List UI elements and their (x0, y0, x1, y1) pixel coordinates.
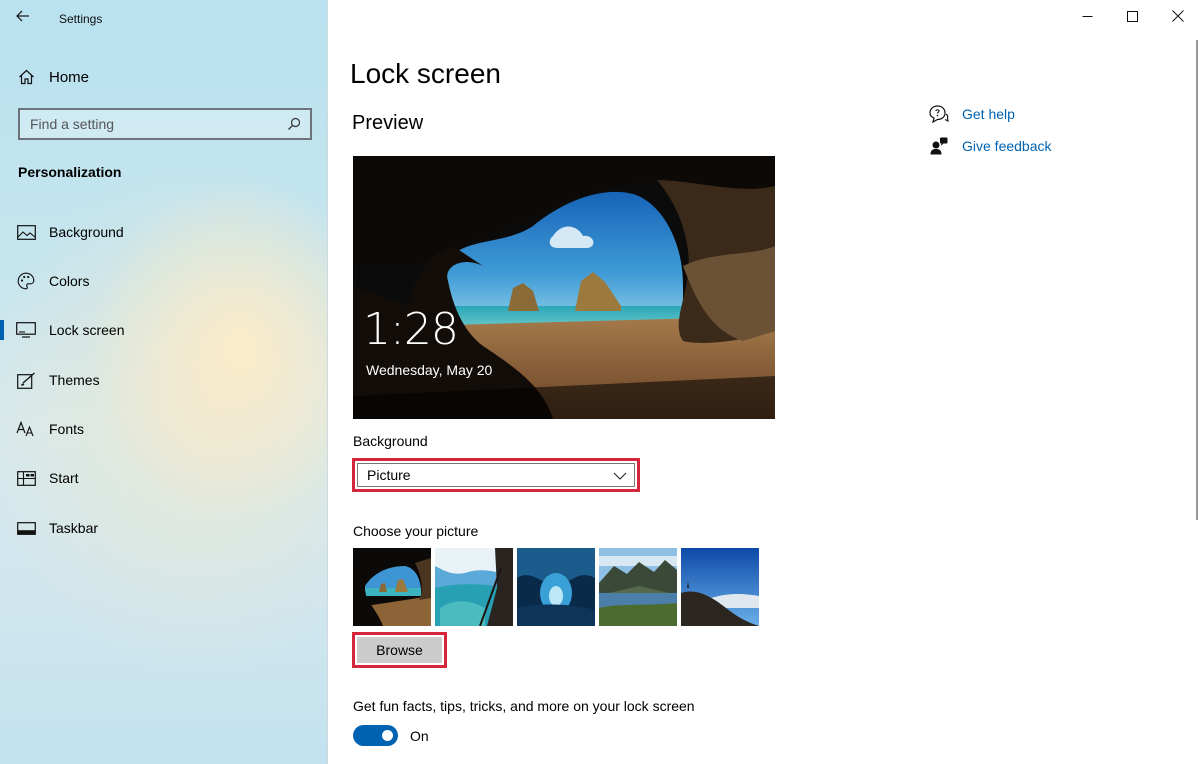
preview-picture (353, 156, 775, 419)
brush-icon (16, 370, 36, 390)
palette-icon (16, 271, 36, 291)
browse-button[interactable]: Browse (357, 637, 442, 663)
sidebar-item-label: Fonts (49, 421, 85, 437)
preview-time: 1:28 (363, 304, 459, 355)
toggle-knob (382, 730, 393, 741)
start-grid-icon (16, 468, 36, 488)
main-content: Lock screen Preview 1:28 Wednesday, May … (329, 0, 1200, 764)
sidebar-item-label: Taskbar (49, 520, 99, 536)
sidebar-item-taskbar[interactable]: Taskbar (0, 508, 328, 548)
picture-icon (16, 222, 36, 242)
give-feedback-link[interactable]: Give feedback (929, 136, 1052, 156)
sidebar-item-start[interactable]: Start (0, 458, 328, 498)
minimize-button[interactable] (1065, 0, 1110, 32)
scrollbar[interactable] (1196, 40, 1198, 520)
tips-toggle-state: On (410, 728, 429, 744)
thumbnail-cave-beach[interactable] (353, 548, 431, 626)
get-help-link[interactable]: Get help (929, 104, 1015, 124)
thumbnail-coastal-hill[interactable] (681, 548, 759, 626)
sidebar-item-label: Start (49, 470, 79, 486)
window-title: Settings (59, 12, 103, 26)
choose-picture-label: Choose your picture (353, 523, 479, 539)
give-feedback-label[interactable]: Give feedback (962, 138, 1052, 154)
sidebar-item-label: Background (49, 224, 124, 240)
preview-heading: Preview (352, 112, 424, 134)
taskbar-icon (16, 518, 36, 538)
font-icon (16, 419, 36, 439)
tips-label: Get fun facts, tips, tricks, and more on… (353, 698, 695, 714)
sidebar-item-label: Themes (49, 372, 100, 388)
background-dropdown[interactable]: Picture (357, 463, 635, 487)
tips-toggle[interactable] (353, 725, 398, 746)
search-icon[interactable] (282, 112, 306, 136)
sidebar-item-lock-screen[interactable]: Lock screen (0, 310, 328, 350)
chevron-down-icon (613, 472, 627, 480)
sidebar-item-fonts[interactable]: Fonts (0, 409, 328, 449)
background-dropdown-value: Picture (367, 467, 411, 483)
sidebar: Settings Home Personalization Background… (0, 0, 328, 764)
home-icon (17, 68, 35, 86)
sidebar-item-background[interactable]: Background (0, 212, 328, 252)
thumbnail-cliff-ocean[interactable] (435, 548, 513, 626)
browse-button-highlight: Browse (352, 632, 447, 668)
sidebar-item-label: Colors (49, 273, 90, 289)
background-label: Background (353, 433, 428, 449)
background-dropdown-highlight: Picture (352, 458, 640, 492)
chat-help-icon (929, 104, 949, 124)
sidebar-item-label: Lock screen (49, 322, 125, 338)
search-box[interactable] (18, 108, 312, 140)
thumbnail-mountain-lake[interactable] (599, 548, 677, 626)
thumbnail-ice-cave[interactable] (517, 548, 595, 626)
feedback-person-icon (929, 136, 949, 156)
back-arrow-icon[interactable] (8, 4, 38, 28)
get-help-label[interactable]: Get help (962, 106, 1015, 122)
home-label: Home (49, 68, 90, 86)
minimize-icon (1082, 15, 1093, 17)
search-input[interactable] (30, 116, 282, 132)
picture-thumbnails (353, 548, 759, 626)
close-icon (1171, 10, 1184, 22)
page-title: Lock screen (350, 58, 501, 89)
maximize-button[interactable] (1110, 0, 1155, 32)
close-button[interactable] (1155, 0, 1200, 32)
lock-screen-preview: 1:28 Wednesday, May 20 (353, 156, 775, 419)
monitor-lock-icon (16, 320, 36, 340)
window-controls (1065, 0, 1200, 32)
preview-date: Wednesday, May 20 (366, 362, 493, 378)
sidebar-item-themes[interactable]: Themes (0, 360, 328, 400)
sidebar-item-colors[interactable]: Colors (0, 261, 328, 301)
section-label-personalization: Personalization (18, 164, 122, 180)
maximize-icon (1127, 10, 1138, 22)
selected-indicator (0, 320, 4, 340)
sidebar-home[interactable]: Home (17, 66, 89, 88)
